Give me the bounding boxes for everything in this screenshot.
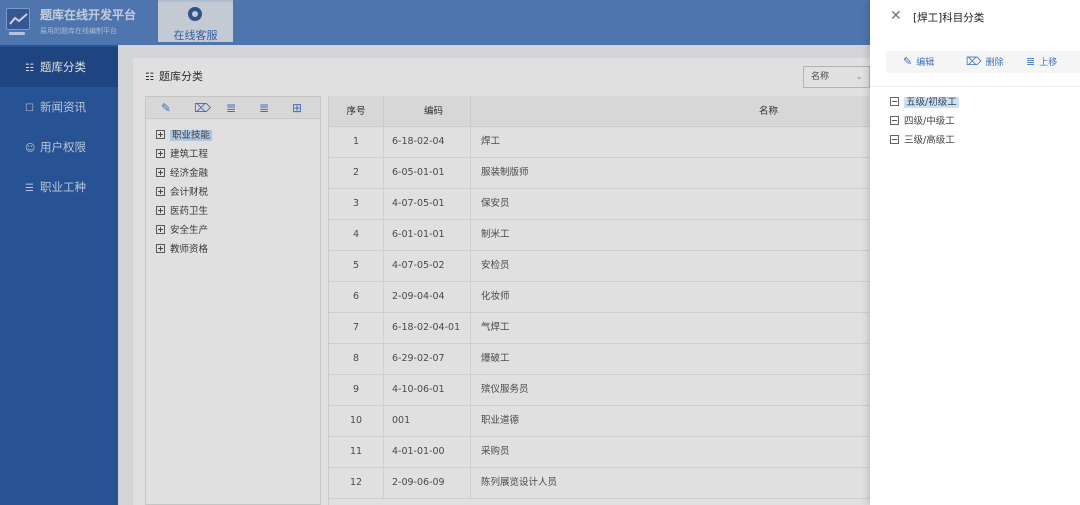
tree-node[interactable]: 三级/高级工 [890, 133, 959, 152]
subject-category-drawer: ✕ [焊工]科目分类 ✎ 编辑 ⌦ 删除 ≣ 上移 五级/初级工 四级/中级工 三级/… [870, 0, 1080, 505]
edit-icon: ✎ [903, 55, 913, 68]
subject-tree: 五级/初级工 四级/中级工 三级/高级工 [890, 95, 959, 152]
collapse-icon[interactable] [890, 135, 899, 144]
modal-overlay[interactable] [0, 0, 870, 505]
tree-node[interactable]: 五级/初级工 [890, 95, 959, 114]
edit-button[interactable]: ✎ 编辑 [903, 51, 934, 73]
drawer-toolbar: ✎ 编辑 ⌦ 删除 ≣ 上移 [886, 51, 1080, 73]
delete-icon: ⌦ [966, 55, 982, 68]
move-up-icon: ≣ [1026, 55, 1036, 68]
collapse-icon[interactable] [890, 97, 899, 106]
collapse-icon[interactable] [890, 116, 899, 125]
delete-button[interactable]: ⌦ 删除 [966, 51, 1004, 73]
divider [870, 86, 1080, 87]
drawer-title: [焊工]科目分类 [913, 12, 985, 24]
tree-node[interactable]: 四级/中级工 [890, 114, 959, 133]
move-up-button[interactable]: ≣ 上移 [1026, 51, 1057, 73]
close-icon[interactable]: ✕ [890, 8, 902, 24]
